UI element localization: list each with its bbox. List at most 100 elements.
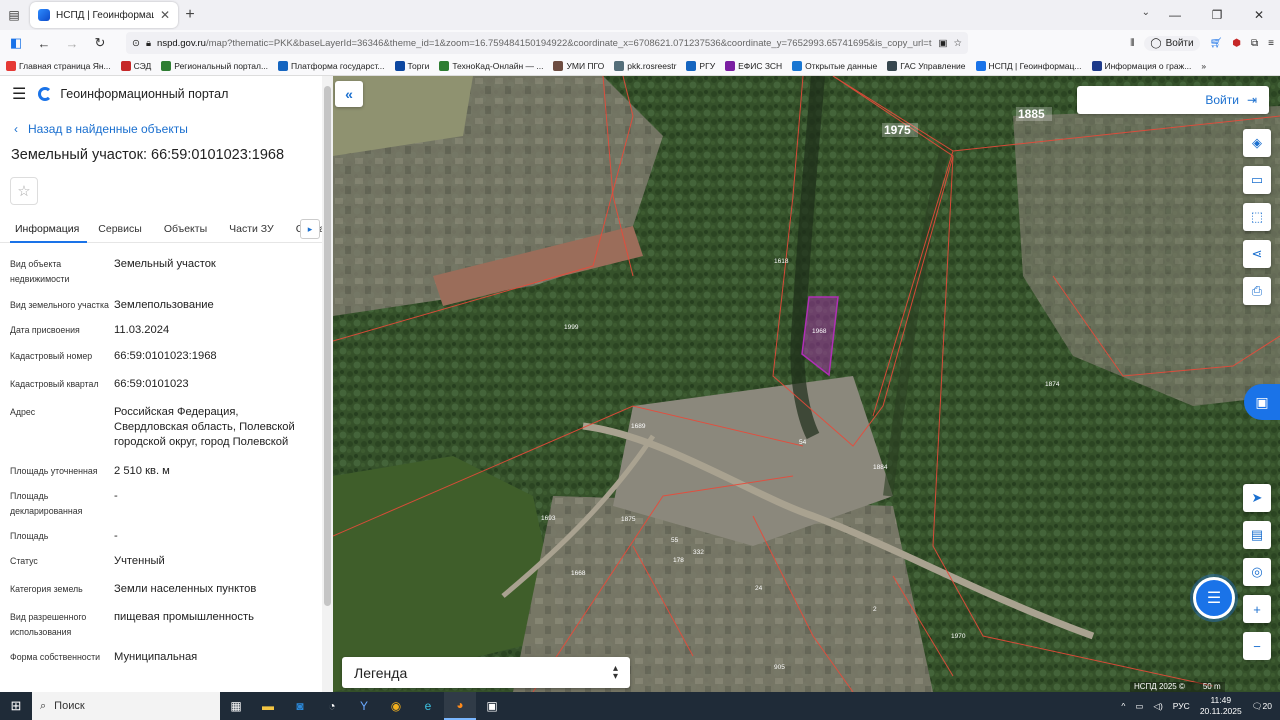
- photo-app-icon[interactable]: ▣: [476, 692, 508, 720]
- parcel-label: 1689: [631, 423, 646, 430]
- bookmark-item[interactable]: pkk.rosreestr: [614, 60, 676, 71]
- bookmark-item[interactable]: Главная страница Ян...: [6, 60, 111, 71]
- restore-icon[interactable]: ❐: [1196, 0, 1238, 30]
- yandex-browser-icon[interactable]: Y: [348, 692, 380, 720]
- tray-chevron-icon[interactable]: ^: [1121, 701, 1125, 711]
- favorite-star-button[interactable]: ☆: [10, 177, 38, 205]
- minimap-button[interactable]: ▤: [1243, 521, 1271, 549]
- property-value: Российская Федерация, Свердловская облас…: [114, 406, 295, 448]
- back-to-results-link[interactable]: ‹ Назад в найденные объекты: [14, 122, 322, 136]
- bookmark-item[interactable]: Платформа государст...: [278, 60, 385, 71]
- property-row: Площадь декларированная -: [0, 489, 322, 519]
- bookmark-item[interactable]: ЕФИС ЗСН: [725, 60, 782, 71]
- notifications-icon[interactable]: 🗨︎20: [1252, 701, 1272, 712]
- bookmark-item[interactable]: УМИ ПГО: [553, 60, 604, 71]
- bookmark-item[interactable]: Торги: [394, 60, 429, 71]
- bookmark-item[interactable]: Открытые данные: [792, 60, 877, 71]
- bookmark-favicon-icon: [1091, 60, 1102, 71]
- print-button[interactable]: ⎙: [1243, 277, 1271, 305]
- legend-dropdown[interactable]: Легенда ▴ ▾: [342, 657, 630, 688]
- url-text[interactable]: nspd.gov.ru/map?thematic=PKK&baseLayerId…: [157, 38, 932, 49]
- account-button[interactable]: ◯ Войти: [1144, 35, 1200, 51]
- geolocation-button[interactable]: ◎: [1243, 558, 1271, 586]
- windows-start-icon[interactable]: ⊞: [0, 692, 32, 720]
- login-button[interactable]: Войти ⇥: [1077, 86, 1269, 114]
- share-button[interactable]: ⋖: [1243, 240, 1271, 268]
- new-tab-button[interactable]: +: [178, 6, 202, 24]
- file-explorer-icon[interactable]: ▬: [252, 692, 284, 720]
- property-key: Площадь декларированная: [10, 491, 83, 516]
- bookmark-favicon-icon: [161, 60, 172, 71]
- tab-objects[interactable]: Объекты: [153, 215, 218, 243]
- edge-icon[interactable]: e: [412, 692, 444, 720]
- feedback-badge[interactable]: ▣: [1244, 384, 1280, 420]
- property-row: Площадь -: [0, 529, 322, 544]
- chrome-icon[interactable]: ◉: [380, 692, 412, 720]
- bookmark-item[interactable]: НСПД | Геоинформац...: [975, 60, 1082, 71]
- library-icon[interactable]: ⫴: [1130, 38, 1134, 49]
- reader-view-icon[interactable]: ▣: [938, 38, 947, 49]
- bookmark-item[interactable]: СЭД: [120, 60, 151, 71]
- scrollbar-thumb[interactable]: [324, 86, 331, 606]
- bookmark-item[interactable]: ТехноКад-Онлайн — ...: [439, 60, 543, 71]
- close-tab-icon[interactable]: ✕: [160, 8, 170, 22]
- bookmark-favicon-icon: [394, 60, 405, 71]
- hamburger-menu-icon[interactable]: ☰: [12, 84, 26, 104]
- tabs-dropdown-icon[interactable]: ⌄: [1142, 7, 1150, 18]
- lock-icon: 🔒︎: [145, 37, 152, 49]
- collapse-panel-button[interactable]: «: [335, 81, 363, 107]
- bookmark-favicon-icon: [439, 60, 450, 71]
- select-area-button[interactable]: ⬚: [1243, 203, 1271, 231]
- language-indicator[interactable]: РУС: [1173, 701, 1190, 711]
- chat-button[interactable]: ☰: [1193, 577, 1235, 619]
- browser-tab-bar: ▤ НСПД | Геоинформационный ✕ + ⌄ — ❐ ✕: [0, 0, 1280, 30]
- tab-information[interactable]: Информация: [10, 215, 88, 243]
- tabs-scroll-right-icon[interactable]: ▸: [300, 219, 320, 239]
- property-key: Вид земельного участка: [10, 300, 109, 310]
- measure-button[interactable]: ▭: [1243, 166, 1271, 194]
- bookmark-item[interactable]: РГУ: [686, 60, 715, 71]
- speaker-icon[interactable]: ◁): [1153, 701, 1162, 712]
- extension-red-icon[interactable]: ⬢: [1232, 38, 1241, 49]
- app-icon[interactable]: ◔: [316, 692, 348, 720]
- tab-services[interactable]: Сервисы: [87, 215, 153, 243]
- parcel-label: 1693: [541, 515, 556, 522]
- close-window-icon[interactable]: ✕: [1238, 0, 1280, 30]
- sidebar-toggle-icon[interactable]: ◧: [6, 33, 26, 53]
- browser-nav-bar: ◧ ← → ↻ ⊙ 🔒︎ nspd.gov.ru/map?thematic=PK…: [0, 30, 1280, 56]
- outlook-icon[interactable]: ◙: [284, 692, 316, 720]
- zoom-in-button[interactable]: +: [1243, 595, 1271, 623]
- bookmark-item[interactable]: Региональный портал...: [161, 60, 268, 71]
- tab-parts[interactable]: Части ЗУ: [218, 215, 285, 243]
- clock[interactable]: 11:49 20.11.2025: [1200, 695, 1242, 717]
- parcel-label: 55: [671, 537, 679, 544]
- browser-tab-active[interactable]: НСПД | Геоинформационный ✕: [30, 2, 178, 28]
- address-bar[interactable]: ⊙ 🔒︎ nspd.gov.ru/map?thematic=PKK&baseLa…: [126, 32, 968, 54]
- menu-icon[interactable]: ≡: [1268, 38, 1274, 49]
- network-icon[interactable]: ▭: [1135, 701, 1143, 712]
- extensions-icon[interactable]: ⧉: [1251, 38, 1258, 49]
- bookmark-item[interactable]: ГАС Управление: [887, 60, 966, 71]
- zoom-out-button[interactable]: −: [1243, 632, 1271, 660]
- taskbar-search[interactable]: ⌕ Поиск: [32, 692, 220, 720]
- panel-scrollbar[interactable]: [322, 76, 333, 692]
- map-canvas[interactable]: 1975 1885 1618 1968 1999 1689 54 1884 18…: [333, 76, 1280, 692]
- firefox-icon[interactable]: ◕: [444, 692, 476, 720]
- property-value: 66:59:0101023:1968: [114, 350, 217, 362]
- forward-arrow-icon[interactable]: →: [62, 33, 82, 53]
- reload-icon[interactable]: ↻: [90, 33, 110, 53]
- locate-button[interactable]: ➤: [1243, 484, 1271, 512]
- bookmark-star-icon[interactable]: ☆: [953, 38, 962, 49]
- parcel-label: 1618: [774, 258, 789, 265]
- minimize-icon[interactable]: —: [1154, 0, 1196, 30]
- layers-button[interactable]: ◈: [1243, 129, 1271, 157]
- task-view-icon[interactable]: ▦: [220, 692, 252, 720]
- back-arrow-icon[interactable]: ←: [34, 33, 54, 53]
- bookmarks-more-icon[interactable]: »: [1201, 61, 1206, 71]
- cart-icon[interactable]: 🛒︎: [1210, 38, 1223, 49]
- bookmark-item[interactable]: Информация о граж...: [1091, 60, 1191, 71]
- tab-list-icon[interactable]: ▤: [0, 0, 28, 30]
- scale-bar-label: 50 m: [1202, 682, 1221, 691]
- portal-brand[interactable]: Геоинформационный портал: [38, 87, 228, 101]
- site-info-icon[interactable]: ⊙: [132, 38, 140, 49]
